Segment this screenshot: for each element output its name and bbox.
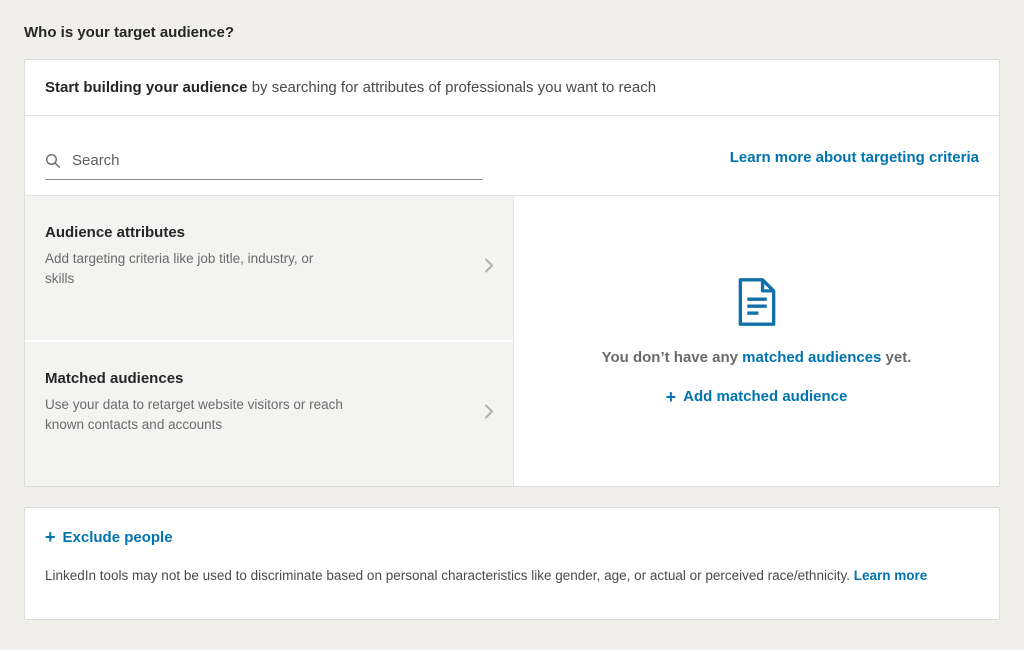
chevron-right-icon — [483, 256, 495, 281]
empty-state-text-before: You don’t have any — [602, 349, 743, 366]
panel-audience-attributes[interactable]: Audience attributes Add targeting criter… — [25, 196, 513, 340]
exclude-people-label: Exclude people — [63, 529, 173, 546]
matched-audiences-link[interactable]: matched audiences — [742, 349, 881, 366]
panel-title: Audience attributes — [45, 224, 465, 241]
add-matched-audience-button[interactable]: + Add matched audience — [666, 388, 848, 406]
search-row: Learn more about targeting criteria — [25, 116, 999, 180]
disclaimer-learn-more-link[interactable]: Learn more — [854, 568, 928, 583]
exclude-people-button[interactable]: + Exclude people — [45, 528, 173, 546]
audience-targeting-page: Who is your target audience? Start build… — [0, 0, 1024, 640]
panel-description: Add targeting criteria like job title, i… — [45, 249, 345, 288]
plus-icon: + — [666, 388, 677, 406]
exclude-card: + Exclude people LinkedIn tools may not … — [24, 507, 1000, 620]
discrimination-disclaimer: LinkedIn tools may not be used to discri… — [45, 566, 979, 586]
empty-state-text: You don’t have any matched audiences yet… — [602, 349, 912, 366]
intro-text-rest: by searching for attributes of professio… — [248, 79, 657, 96]
panel-description: Use your data to retarget website visito… — [45, 395, 345, 434]
audience-builder-card: Start building your audience by searchin… — [24, 59, 1000, 487]
intro-text-bold: Start building your audience — [45, 79, 248, 96]
panel-matched-audiences[interactable]: Matched audiences Use your data to retar… — [25, 340, 513, 486]
document-icon — [734, 277, 780, 327]
add-matched-audience-label: Add matched audience — [683, 388, 847, 405]
plus-icon: + — [45, 528, 56, 546]
panel-title: Matched audiences — [45, 370, 465, 387]
learn-more-targeting-link[interactable]: Learn more about targeting criteria — [730, 149, 979, 180]
audience-columns: Audience attributes Add targeting criter… — [25, 195, 999, 486]
attribute-panels: Audience attributes Add targeting criter… — [25, 196, 513, 486]
page-title: Who is your target audience? — [24, 24, 1000, 41]
search-icon — [45, 153, 61, 169]
chevron-right-icon — [483, 402, 495, 427]
empty-state-text-after: yet. — [881, 349, 911, 366]
search-input[interactable] — [70, 151, 483, 170]
intro-text: Start building your audience by searchin… — [25, 60, 999, 116]
disclaimer-text: LinkedIn tools may not be used to discri… — [45, 568, 854, 583]
audience-search-box[interactable] — [45, 151, 483, 180]
matched-audiences-empty-state: You don’t have any matched audiences yet… — [513, 196, 999, 486]
